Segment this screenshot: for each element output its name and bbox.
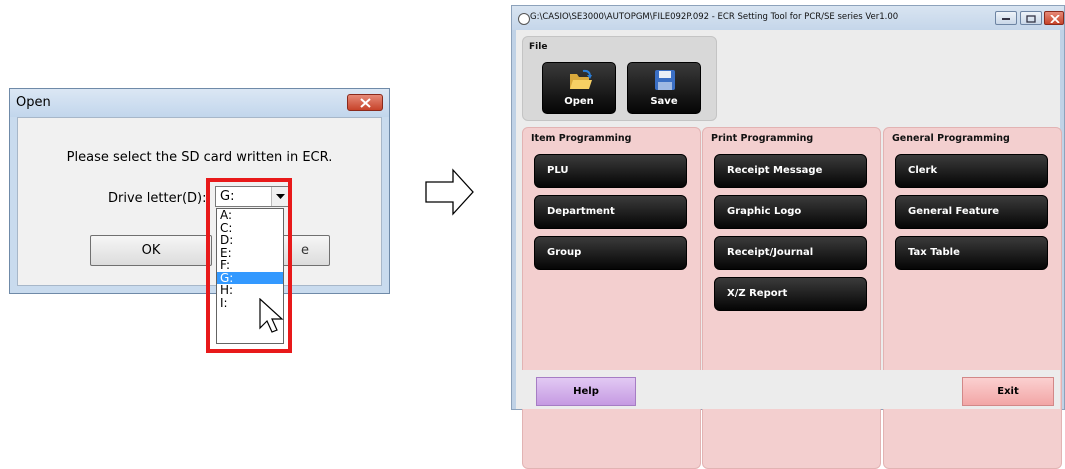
minimize-button[interactable] <box>995 11 1017 25</box>
dialog-close-button[interactable] <box>347 94 383 111</box>
window-title: G:\CASIO\SE3000\AUTOPGM\FILE092P.092 - E… <box>530 12 899 22</box>
tax-table-button[interactable]: Tax Table <box>895 236 1048 270</box>
minimize-icon <box>1002 18 1010 20</box>
file-panel: File Open Save <box>522 36 717 121</box>
help-button[interactable]: Help <box>536 377 636 406</box>
item-programming-panel: Item Programming PLU Department Group <box>522 127 701 469</box>
clerk-button[interactable]: Clerk <box>895 154 1048 188</box>
general-programming-panel: General Programming Clerk General Featur… <box>883 127 1062 469</box>
xz-report-button[interactable]: X/Z Report <box>714 277 867 311</box>
bottom-bar: Help Exit <box>516 370 1060 409</box>
item-programming-title: Item Programming <box>531 133 632 144</box>
drive-letter-label: Drive letter(D): <box>108 191 207 206</box>
dialog-body: Please select the SD card written in ECR… <box>17 117 382 286</box>
open-dialog: Open Please select the SD card written i… <box>9 88 390 294</box>
save-button-label: Save <box>650 96 678 107</box>
file-panel-title: File <box>529 42 548 52</box>
general-feature-button[interactable]: General Feature <box>895 195 1048 229</box>
dialog-titlebar: Open <box>10 89 389 117</box>
window-titlebar: G:\CASIO\SE3000\AUTOPGM\FILE092P.092 - E… <box>512 6 1064 30</box>
ecr-setting-tool-window: G:\CASIO\SE3000\AUTOPGM\FILE092P.092 - E… <box>511 5 1065 469</box>
plu-button[interactable]: PLU <box>534 154 687 188</box>
save-button[interactable]: Save <box>627 62 701 114</box>
exit-button[interactable]: Exit <box>962 377 1054 406</box>
floppy-disk-icon <box>655 70 675 90</box>
window-client-area: File Open Save Item Programming PLU Depa… <box>516 30 1062 469</box>
general-programming-title: General Programming <box>892 133 1010 144</box>
folder-open-icon <box>570 69 592 89</box>
arrow-right-icon <box>425 168 474 216</box>
maximize-button[interactable] <box>1020 11 1042 25</box>
maximize-icon <box>1026 15 1036 23</box>
receipt-message-button[interactable]: Receipt Message <box>714 154 867 188</box>
app-icon <box>518 13 530 25</box>
group-button[interactable]: Group <box>534 236 687 270</box>
receipt-journal-button[interactable]: Receipt/Journal <box>714 236 867 270</box>
ok-button[interactable]: OK <box>90 235 212 266</box>
mouse-cursor-icon <box>259 298 284 333</box>
cancel-label-partial: e <box>301 243 309 258</box>
open-button-label: Open <box>564 96 594 107</box>
close-icon <box>1050 15 1060 23</box>
window-close-button[interactable] <box>1044 11 1064 25</box>
department-button[interactable]: Department <box>534 195 687 229</box>
print-programming-title: Print Programming <box>711 133 814 144</box>
dialog-title: Open <box>16 95 51 110</box>
close-icon <box>360 98 371 108</box>
dialog-message: Please select the SD card written in ECR… <box>66 150 333 165</box>
graphic-logo-button[interactable]: Graphic Logo <box>714 195 867 229</box>
print-programming-panel: Print Programming Receipt Message Graphi… <box>702 127 881 469</box>
open-button[interactable]: Open <box>542 62 616 114</box>
